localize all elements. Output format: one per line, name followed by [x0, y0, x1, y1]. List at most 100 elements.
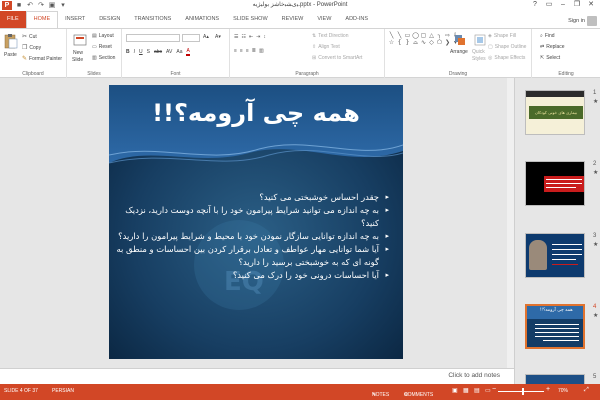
copy-button[interactable]: ❐ Copy	[22, 44, 41, 52]
paste-icon[interactable]	[4, 33, 18, 49]
bullet-item[interactable]: آیا احساسات درونی خود را درک می کنید؟	[113, 269, 389, 282]
copy-label[interactable]: Copy	[29, 45, 41, 51]
cut-icon[interactable]: ✂	[22, 33, 27, 40]
paste-button[interactable]: Paste	[4, 52, 17, 58]
new-slide-label[interactable]: New	[73, 50, 83, 56]
bullet-item[interactable]: چقدر احساس خوشبختی می کنید؟	[113, 191, 389, 204]
quick-styles-label-2[interactable]: Styles	[472, 56, 486, 62]
bullet-item[interactable]: به چه اندازه توانایی سازگار نمودن خود با…	[113, 230, 389, 243]
layout-button[interactable]: ▤ Layout	[92, 33, 114, 39]
copy-icon[interactable]: ❐	[22, 44, 27, 51]
increase-indent-icon[interactable]: ⇥	[256, 34, 260, 40]
format-painter-button[interactable]: ✎ Format Painter	[22, 55, 62, 63]
tab-home[interactable]: HOME	[25, 11, 59, 28]
new-slide-button[interactable]: New	[73, 50, 83, 56]
paste-label[interactable]: Paste	[4, 52, 17, 58]
text-direction-icon[interactable]: ⇅	[312, 33, 316, 39]
numbering-icon[interactable]: ☷	[241, 34, 245, 40]
zoom-slider[interactable]	[498, 391, 544, 392]
shape-brace-icon[interactable]: {	[396, 40, 403, 46]
select-button[interactable]: ⇱ Select	[540, 55, 560, 61]
reset-icon[interactable]: ▭	[92, 44, 97, 50]
select-icon[interactable]: ⇱	[540, 55, 544, 61]
restore-icon[interactable]: ❐	[570, 0, 584, 10]
new-slide-icon[interactable]	[73, 33, 87, 47]
font-size-dropdown[interactable]	[182, 34, 200, 42]
align-text-button[interactable]: ⇳ Align Text	[312, 44, 340, 50]
notes-pane[interactable]: Click to add notes	[0, 368, 514, 384]
shape-curve-icon[interactable]: ∿	[420, 40, 427, 46]
convert-smartart-button[interactable]: ⊞ Convert to SmartArt	[312, 55, 362, 61]
minimize-icon[interactable]: –	[556, 0, 570, 10]
section-label[interactable]: Section	[99, 55, 116, 61]
tab-view[interactable]: VIEW	[310, 11, 338, 28]
character-spacing-icon[interactable]: AV	[166, 49, 172, 55]
slide-title[interactable]: همه چی آرومه؟!!	[109, 99, 403, 127]
layout-label[interactable]: Layout	[99, 33, 114, 39]
format-painter-label[interactable]: Format Painter	[29, 56, 62, 62]
font-name-dropdown[interactable]	[126, 34, 180, 42]
shape-effects-icon[interactable]: ◎	[488, 55, 492, 61]
reset-label[interactable]: Reset	[99, 44, 112, 50]
help-icon[interactable]: ?	[528, 0, 542, 10]
shape-callout-icon[interactable]: ⌓	[412, 40, 419, 46]
sign-in[interactable]: Sign in	[568, 16, 597, 26]
section-icon[interactable]: ▥	[92, 55, 97, 61]
slide-thumbnails-pane[interactable]: بیماری های خونی کودکان 1 ★ 2 ★ 3 ★ همه چ…	[514, 78, 600, 386]
layout-icon[interactable]: ▤	[92, 33, 97, 39]
slide-thumbnail-3[interactable]	[525, 233, 585, 278]
new-slide-button-2[interactable]: Slide	[72, 57, 83, 63]
tab-transitions[interactable]: TRANSITIONS	[127, 11, 178, 28]
text-direction-label[interactable]: Text Direction	[318, 33, 348, 39]
shrink-font-icon[interactable]: A▾	[215, 34, 221, 40]
slide-thumbnail-4[interactable]: همه چی آرومه؟!!	[525, 304, 585, 349]
avatar[interactable]	[587, 16, 597, 26]
slide-bullets[interactable]: چقدر احساس خوشبختی می کنید؟ به چه اندازه…	[113, 191, 389, 282]
shape-chevron-icon[interactable]: ❯	[444, 40, 451, 46]
cut-label[interactable]: Cut	[29, 34, 37, 40]
shape-effects-button[interactable]: ◎ Shape Effects	[488, 55, 525, 61]
columns-icon[interactable]: ▥	[259, 48, 264, 54]
slide-thumbnail-2[interactable]	[525, 161, 585, 206]
italic-icon[interactable]: I	[134, 49, 135, 55]
shape-fill-label[interactable]: Shape Fill	[494, 33, 516, 39]
shape-star-icon[interactable]: ☆	[388, 40, 395, 46]
close-icon[interactable]: ✕	[584, 0, 598, 10]
cut-button[interactable]: ✂ Cut	[22, 33, 37, 41]
vertical-scrollbar[interactable]	[507, 78, 514, 384]
tab-animations[interactable]: ANIMATIONS	[178, 11, 226, 28]
bullets-icon[interactable]: ☰	[234, 34, 238, 40]
shape-outline-label[interactable]: Shape Outline	[495, 44, 527, 50]
align-text-label[interactable]: Align Text	[318, 44, 340, 50]
smartart-icon[interactable]: ⊞	[312, 55, 316, 61]
normal-view-icon[interactable]: ▣	[452, 387, 458, 394]
new-slide-label-2[interactable]: Slide	[72, 57, 83, 63]
shape-effects-label[interactable]: Shape Effects	[494, 55, 525, 61]
language-indicator[interactable]: PERSIAN	[52, 388, 74, 394]
notes-placeholder[interactable]: Click to add notes	[448, 372, 500, 379]
line-spacing-icon[interactable]: ↕	[263, 34, 266, 40]
shadow-icon[interactable]: S	[147, 49, 150, 55]
shrink-font-button[interactable]: A▾	[215, 34, 221, 40]
current-slide[interactable]: EQ همه چی آرومه؟!! چقدر احساس خوشبختی می…	[109, 85, 403, 359]
zoom-slider-knob[interactable]	[522, 388, 525, 395]
zoom-level[interactable]: 70%	[558, 388, 568, 394]
shape-fill-button[interactable]: ◈ Shape Fill	[488, 33, 516, 39]
strikethrough-icon[interactable]: abc	[154, 49, 162, 55]
reading-view-icon[interactable]: ▤	[474, 387, 480, 394]
slide-sorter-icon[interactable]: ▦	[463, 387, 469, 394]
zoom-out-icon[interactable]: −	[492, 386, 496, 393]
align-text-icon[interactable]: ⇳	[312, 44, 316, 50]
notes-label[interactable]: NOTES	[372, 392, 389, 398]
decrease-indent-icon[interactable]: ⇤	[249, 34, 253, 40]
change-case-icon[interactable]: Aa	[176, 49, 182, 55]
tab-insert[interactable]: INSERT	[58, 11, 92, 28]
underline-icon[interactable]: U	[139, 49, 143, 55]
shape-diamond-icon[interactable]: ◇	[428, 40, 435, 46]
comments-label[interactable]: COMMENTS	[404, 392, 433, 398]
align-center-icon[interactable]: ≡	[240, 48, 243, 54]
tab-file[interactable]: FILE	[0, 11, 26, 28]
find-icon[interactable]: ⌕	[540, 33, 543, 39]
section-button[interactable]: ▥ Section	[92, 55, 115, 61]
arrange-button[interactable]: Arrange	[450, 49, 468, 55]
